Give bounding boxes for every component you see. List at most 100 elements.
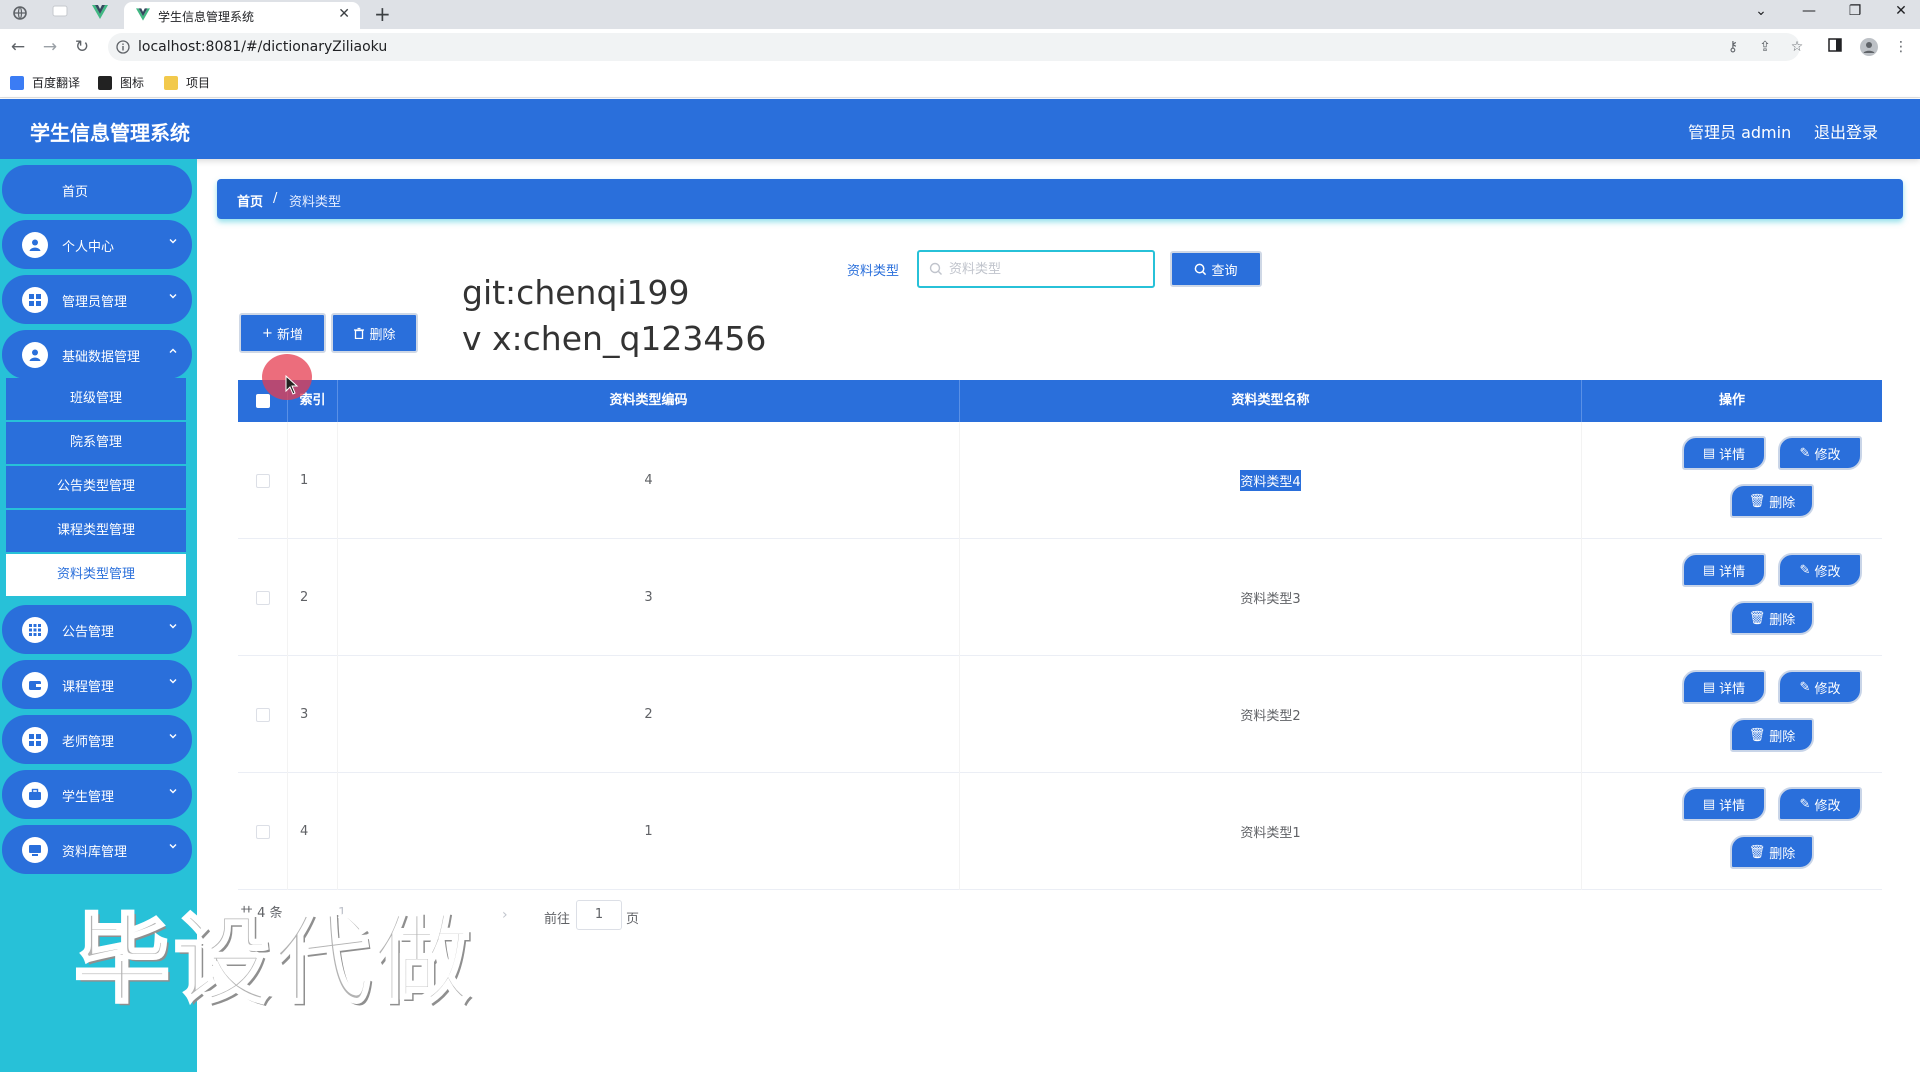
sidebar-item-basic-data[interactable]: 基础数据管理	[2, 330, 192, 379]
translate-icon	[10, 75, 24, 90]
detail-button[interactable]: ▤ 详情	[1682, 787, 1766, 821]
cell-name: 资料类型2	[960, 656, 1582, 773]
edit-button[interactable]: ✎ 修改	[1778, 436, 1862, 470]
sidebar-item-course[interactable]: 课程管理	[2, 660, 192, 709]
row-checkbox[interactable]	[255, 707, 270, 722]
bookmarks-bar: 百度翻译 图标 项目	[0, 65, 1920, 98]
search-input[interactable]	[949, 258, 1139, 280]
sidebar-item-library[interactable]: 资料库管理	[2, 825, 192, 874]
detail-button[interactable]: ▤ 详情	[1682, 436, 1766, 470]
edit-button[interactable]: ✎ 修改	[1778, 553, 1862, 587]
chevron-down-icon	[168, 291, 178, 301]
site-info-icon[interactable]	[116, 40, 130, 54]
cell-ops: ▤ 详情 ✎ 修改 🗑 删除	[1582, 422, 1882, 539]
sidebar-subitem-course-type[interactable]: 课程类型管理	[6, 510, 186, 552]
breadcrumb-home[interactable]: 首页	[237, 191, 263, 210]
briefcase-icon	[22, 782, 48, 808]
sidebar-item-notice[interactable]: 公告管理	[2, 605, 192, 654]
sidebar-item-admin[interactable]: 管理员管理	[2, 275, 192, 324]
folder-icon	[164, 75, 178, 90]
add-button[interactable]: + 新增	[239, 313, 326, 353]
edit-button[interactable]: ✎ 修改	[1778, 787, 1862, 821]
sidebar-item-home[interactable]: 首页	[2, 165, 192, 214]
row-checkbox[interactable]	[255, 824, 270, 839]
address-bar[interactable]: localhost:8081/#/dictionaryZiliaoku	[108, 33, 1800, 61]
sidebar-item-profile[interactable]: 个人中心	[2, 220, 192, 269]
select-all-checkbox[interactable]	[255, 394, 270, 408]
sidebar-subitem-department[interactable]: 院系管理	[6, 422, 186, 464]
watermark-text: 毕设代做	[73, 903, 474, 1018]
row-delete-button[interactable]: 🗑 删除	[1730, 601, 1814, 635]
bookmark-project[interactable]: 项目	[164, 74, 210, 91]
back-icon[interactable]: ←	[8, 37, 28, 57]
bookmark-label: 百度翻译	[32, 76, 81, 90]
trash-icon: 🗑	[1748, 493, 1766, 509]
cell-name-cell: 资料类型4	[960, 422, 1582, 539]
logout-link[interactable]: 退出登录	[1814, 119, 1878, 143]
monitor-icon	[22, 837, 48, 863]
tab-placeholder-icon[interactable]	[52, 5, 72, 25]
detail-button[interactable]: ▤ 详情	[1682, 670, 1766, 704]
bookmark-icons[interactable]: 图标	[98, 74, 144, 91]
document-icon: ▤	[1702, 796, 1716, 812]
close-window-icon[interactable]: ✕	[1886, 3, 1916, 19]
reload-icon[interactable]: ↻	[72, 37, 92, 57]
row-checkbox-cell	[238, 773, 288, 890]
forward-icon[interactable]: →	[40, 37, 60, 57]
document-icon: ▤	[1702, 562, 1716, 578]
sidebar-item-student[interactable]: 学生管理	[2, 770, 192, 819]
table-header: 索引 资料类型编码 资料类型名称 操作	[238, 380, 1882, 422]
query-button[interactable]: 查询	[1170, 251, 1262, 287]
edit-icon: ✎	[1799, 796, 1811, 812]
table-row: 2 3 资料类型3 ▤ 详情 ✎ 修改 🗑 删除	[238, 539, 1882, 656]
row-delete-button[interactable]: 🗑 删除	[1730, 484, 1814, 518]
share-icon[interactable]: ⇪	[1756, 38, 1774, 56]
cell-code: 2	[338, 656, 960, 773]
delete-button-label: 删除	[1769, 846, 1796, 862]
detail-button-label: 详情	[1719, 798, 1746, 814]
restore-icon[interactable]: ❐	[1840, 3, 1870, 19]
pagination-goto-label: 前往	[544, 912, 571, 927]
sidebar-item-teacher[interactable]: 老师管理	[2, 715, 192, 764]
bookmark-label: 图标	[120, 76, 145, 90]
row-delete-button[interactable]: 🗑 删除	[1730, 835, 1814, 869]
search-field[interactable]	[917, 250, 1155, 288]
edit-icon: ✎	[1799, 445, 1811, 461]
bookmark-star-icon[interactable]: ☆	[1788, 38, 1806, 56]
bookmark-baidu-translate[interactable]: 百度翻译	[10, 74, 80, 91]
cell-ops: ▤ 详情 ✎ 修改 🗑 删除	[1582, 773, 1882, 890]
row-checkbox[interactable]	[255, 590, 270, 605]
tab-search-icon[interactable]: ⌄	[1746, 3, 1776, 19]
profile-icon[interactable]	[1860, 38, 1878, 56]
edit-button[interactable]: ✎ 修改	[1778, 670, 1862, 704]
pagination-page-input[interactable]: 1	[576, 900, 622, 930]
globe-icon[interactable]	[12, 5, 32, 25]
overlay-line-wx: v x:chen_q123456	[462, 319, 767, 358]
sidebar-item-label: 资料库管理	[62, 845, 128, 860]
row-delete-button[interactable]: 🗑 删除	[1730, 718, 1814, 752]
grid-icon	[22, 727, 48, 753]
detail-button[interactable]: ▤ 详情	[1682, 553, 1766, 587]
sidebar-subitem-class[interactable]: 班级管理	[6, 378, 186, 420]
active-browser-tab[interactable]: 学生信息管理系统 ✕	[124, 2, 360, 29]
row-checkbox-cell	[238, 656, 288, 773]
search-icon	[929, 262, 943, 276]
cell-code: 1	[338, 773, 960, 890]
close-tab-icon[interactable]: ✕	[338, 6, 350, 22]
sidebar-subitem-notice-type[interactable]: 公告类型管理	[6, 466, 186, 508]
delete-button-label: 删除	[1769, 495, 1796, 511]
sidebar-subitem-material-type[interactable]: 资料类型管理	[6, 554, 186, 596]
side-panel-icon[interactable]	[1828, 38, 1846, 56]
sidebar-item-label: 基础数据管理	[62, 350, 141, 365]
key-icon[interactable]: ⚷	[1724, 38, 1742, 56]
next-page-icon[interactable]: ›	[502, 907, 508, 923]
more-menu-icon[interactable]: ⋮	[1892, 38, 1910, 56]
minimize-icon[interactable]: —	[1794, 3, 1824, 19]
table-row: 1 4 资料类型4 ▤ 详情 ✎ 修改 🗑 删除	[238, 422, 1882, 539]
batch-delete-button[interactable]: 删除	[331, 313, 418, 353]
row-checkbox[interactable]	[255, 473, 270, 488]
new-tab-icon[interactable]: +	[374, 2, 391, 26]
document-icon: ▤	[1702, 445, 1716, 461]
image-icon	[98, 75, 112, 90]
vue-tab-icon[interactable]	[92, 5, 112, 25]
